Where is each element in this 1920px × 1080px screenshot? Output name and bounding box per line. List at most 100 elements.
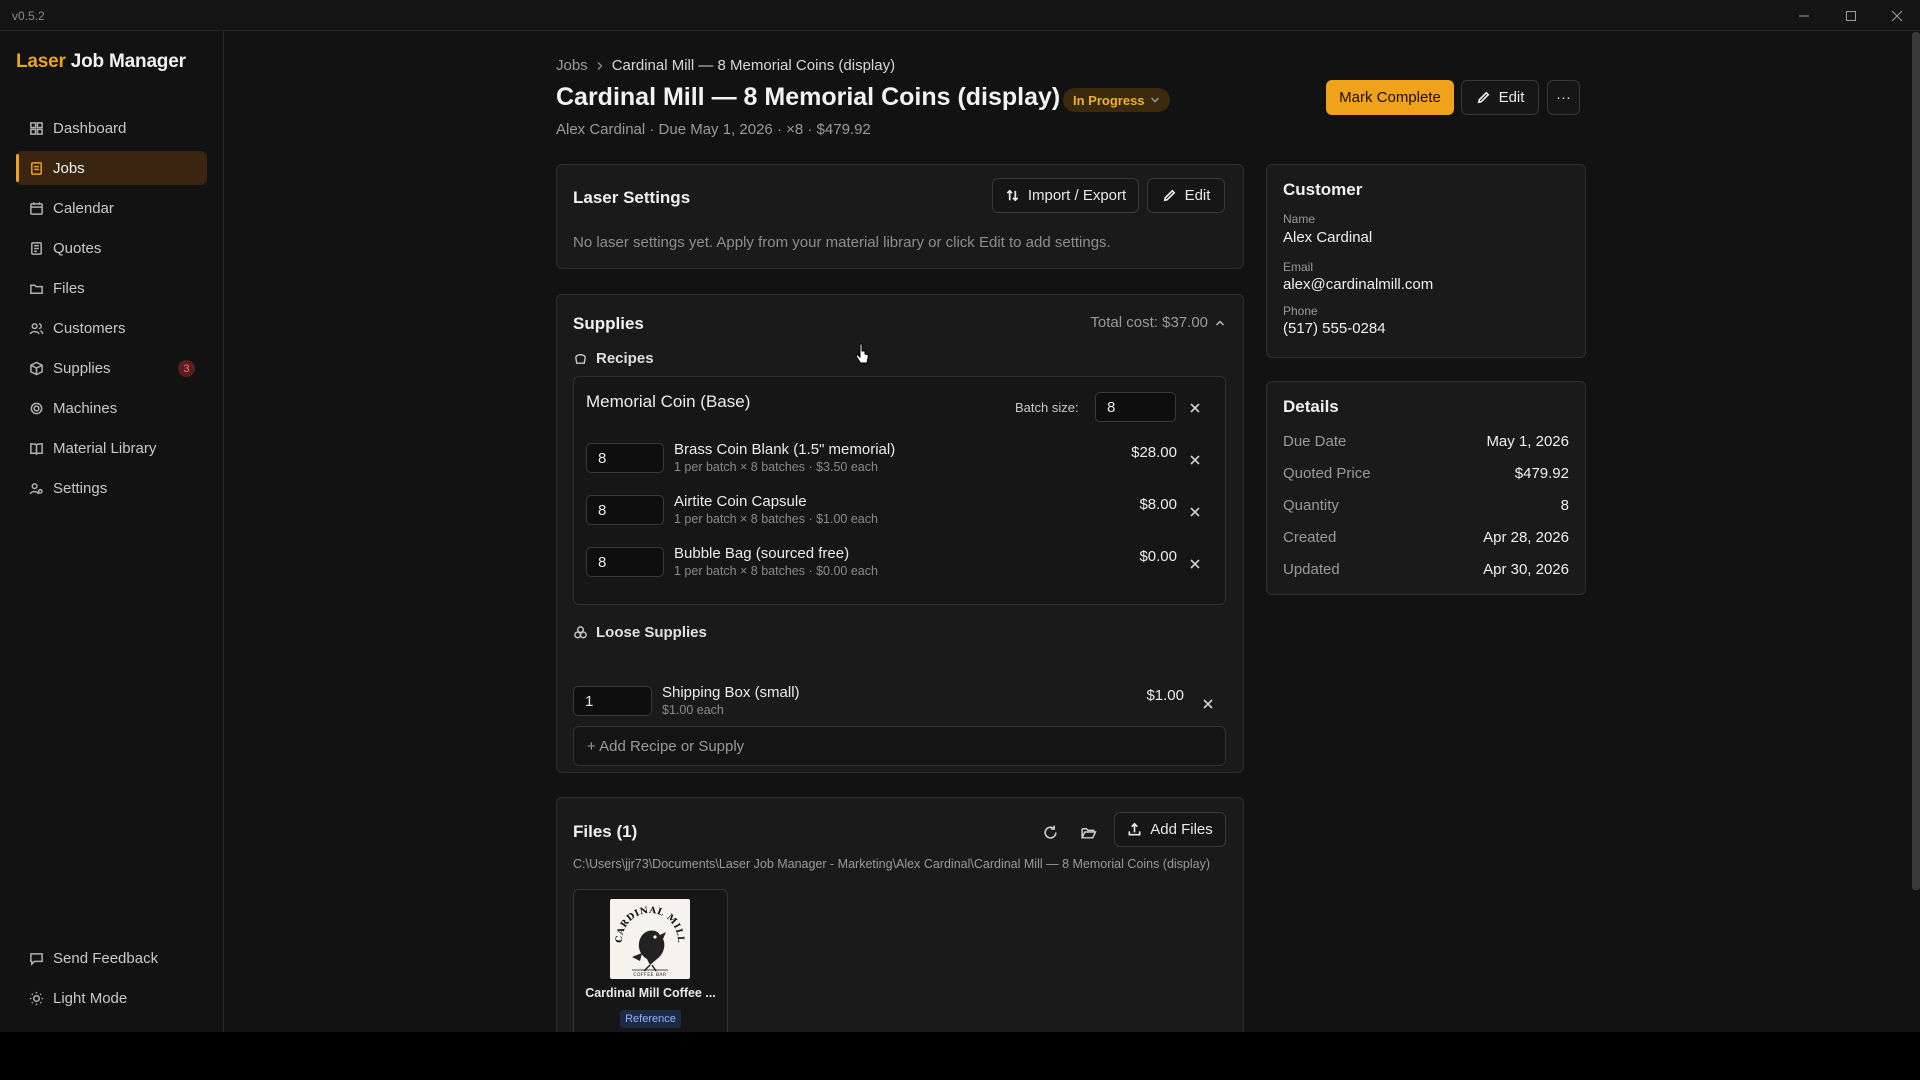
customer-email-label: Email [1283, 260, 1314, 274]
recipe-item-name: Airtite Coin Capsule [674, 493, 807, 510]
close-icon [1891, 10, 1903, 22]
recipe-item-name: Bubble Bag (sourced free) [674, 545, 850, 562]
recipe-name: Memorial Coin (Base) [586, 392, 751, 411]
dashboard-icon [30, 121, 43, 135]
maximize-icon [1846, 11, 1856, 21]
sidebar-item-label: Calendar [53, 199, 114, 217]
upload-icon [1128, 822, 1141, 836]
remove-loose-item-icon[interactable] [1200, 696, 1216, 712]
sidebar-item-label: Material Library [53, 439, 157, 457]
details-title: Details [1283, 397, 1339, 416]
sidebar-item-customers[interactable]: Customers [16, 311, 207, 345]
calendar-icon [30, 201, 43, 215]
refresh-icon[interactable] [1042, 824, 1059, 841]
app-version: v0.5.2 [12, 9, 45, 23]
batch-size-label: Batch size: [1015, 400, 1079, 415]
detail-row-updated: Updated Apr 30, 2026 [1283, 561, 1569, 578]
light-mode-toggle[interactable]: Light Mode [16, 981, 207, 1015]
customers-icon [29, 322, 44, 334]
detail-row-quoted-price: Quoted Price $479.92 [1283, 465, 1569, 482]
add-files-button[interactable]: Add Files [1114, 812, 1226, 847]
customer-title: Customer [1283, 180, 1363, 199]
import-export-icon [1006, 189, 1019, 202]
breadcrumb: Jobs Cardinal Mill — 8 Memorial Coins (d… [556, 57, 895, 74]
chevron-down-icon [1150, 97, 1159, 103]
remove-item-icon[interactable] [1187, 452, 1203, 468]
sidebar-item-label: Jobs [53, 159, 85, 177]
sidebar-item-label: Settings [53, 479, 108, 497]
app-logo[interactable]: Laser Job Manager [16, 51, 186, 73]
mouse-cursor-icon [855, 343, 870, 364]
breadcrumb-jobs-link[interactable]: Jobs [556, 57, 588, 74]
cardinal-mill-logo: CARDINAL MILL COFFEE BAR [615, 906, 685, 978]
send-feedback-button[interactable]: Send Feedback [16, 941, 207, 975]
mark-complete-button[interactable]: Mark Complete [1326, 80, 1454, 115]
sidebar: Laser Job Manager Dashboard Jobs Calenda… [0, 31, 224, 1032]
loose-supplies-header: Loose Supplies [573, 624, 707, 641]
sidebar-item-machines[interactable]: Machines [16, 391, 207, 425]
loose-item-price: $1.00 [1146, 687, 1184, 704]
maximize-button[interactable] [1834, 4, 1868, 28]
file-thumbnail-card[interactable]: CARDINAL MILL COFFEE BAR Cardinal Mill C… [573, 889, 728, 1039]
loose-item-qty-input[interactable]: 1 [573, 686, 652, 716]
laser-settings-card: Laser Settings Import / Export Edit No l… [556, 164, 1244, 269]
recipe-box: Memorial Coin (Base) Batch size: 8 8 Bra… [573, 376, 1226, 605]
sidebar-item-material-library[interactable]: Material Library [16, 431, 207, 465]
customer-phone[interactable]: (517) 555-0284 [1283, 320, 1386, 337]
sidebar-item-supplies[interactable]: Supplies 3 [16, 351, 207, 385]
recipe-item-detail: 1 per batch × 8 batches · $3.50 each [674, 460, 878, 474]
status-dropdown[interactable]: In Progress [1063, 88, 1170, 112]
sidebar-item-dashboard[interactable]: Dashboard [16, 111, 207, 145]
edit-laser-settings-button[interactable]: Edit [1147, 178, 1225, 213]
recipe-item-price: $8.00 [1139, 496, 1177, 513]
job-summary: Alex Cardinal · Due May 1, 2026 · ×8 · $… [556, 121, 871, 138]
supplies-total-cost: Total cost: $37.00 [1090, 314, 1208, 331]
sidebar-item-quotes[interactable]: Quotes [16, 231, 207, 265]
sidebar-item-settings[interactable]: Settings [16, 471, 207, 505]
recipe-item-qty-input[interactable]: 8 [586, 547, 664, 577]
book-icon [30, 442, 43, 455]
minimize-icon [1799, 15, 1809, 17]
sidebar-item-jobs[interactable]: Jobs [16, 151, 207, 185]
send-feedback-label: Send Feedback [53, 949, 159, 967]
minimize-button[interactable] [1787, 4, 1821, 28]
supplies-title: Supplies [573, 314, 644, 333]
laser-settings-title: Laser Settings [573, 188, 691, 207]
sidebar-item-calendar[interactable]: Calendar [16, 191, 207, 225]
add-recipe-or-supply-button[interactable]: + Add Recipe or Supply [573, 726, 1226, 766]
loose-item-name: Shipping Box (small) [662, 684, 800, 701]
edit-job-button[interactable]: Edit [1461, 80, 1539, 115]
customer-name: Alex Cardinal [1283, 229, 1373, 246]
main-content: Jobs Cardinal Mill — 8 Memorial Coins (d… [225, 31, 1905, 1039]
supplies-card: Supplies Total cost: $37.00 Recipes Memo… [556, 294, 1244, 773]
recipes-section-header: Recipes [573, 350, 654, 367]
remove-recipe-icon[interactable] [1187, 400, 1203, 416]
import-export-button[interactable]: Import / Export [992, 178, 1139, 213]
jobs-icon [31, 161, 42, 175]
loose-item-detail: $1.00 each [662, 703, 724, 717]
more-actions-button[interactable]: ··· [1547, 80, 1580, 115]
settings-icon [29, 482, 43, 494]
open-folder-icon[interactable] [1080, 824, 1097, 841]
sidebar-nav: Dashboard Jobs Calendar Quotes Files Cus… [16, 111, 207, 511]
remove-item-icon[interactable] [1187, 504, 1203, 520]
close-window-button[interactable] [1880, 4, 1914, 28]
sidebar-item-files[interactable]: Files [16, 271, 207, 305]
recipe-item-qty-input[interactable]: 8 [586, 495, 664, 525]
batch-size-input[interactable]: 8 [1095, 392, 1176, 422]
sidebar-item-label: Dashboard [53, 119, 127, 137]
feedback-icon [30, 952, 43, 966]
recipe-item-qty-input[interactable]: 8 [586, 443, 664, 473]
detail-row-due-date: Due Date May 1, 2026 [1283, 433, 1569, 450]
sidebar-item-label: Supplies [53, 359, 111, 377]
supplies-total-toggle[interactable]: Total cost: $37.00 [1090, 314, 1225, 331]
customer-email[interactable]: alex@cardinalmill.com [1283, 276, 1433, 293]
sidebar-item-label: Machines [53, 399, 118, 417]
remove-item-icon[interactable] [1187, 556, 1203, 572]
file-name: Cardinal Mill Coffee ... [585, 986, 716, 1000]
chevron-right-icon [597, 61, 603, 70]
screen-bottom-bar [0, 1032, 1920, 1080]
main-scrollbar[interactable] [1912, 32, 1920, 890]
recipe-item-detail: 1 per batch × 8 batches · $0.00 each [674, 564, 878, 578]
detail-row-created: Created Apr 28, 2026 [1283, 529, 1569, 546]
